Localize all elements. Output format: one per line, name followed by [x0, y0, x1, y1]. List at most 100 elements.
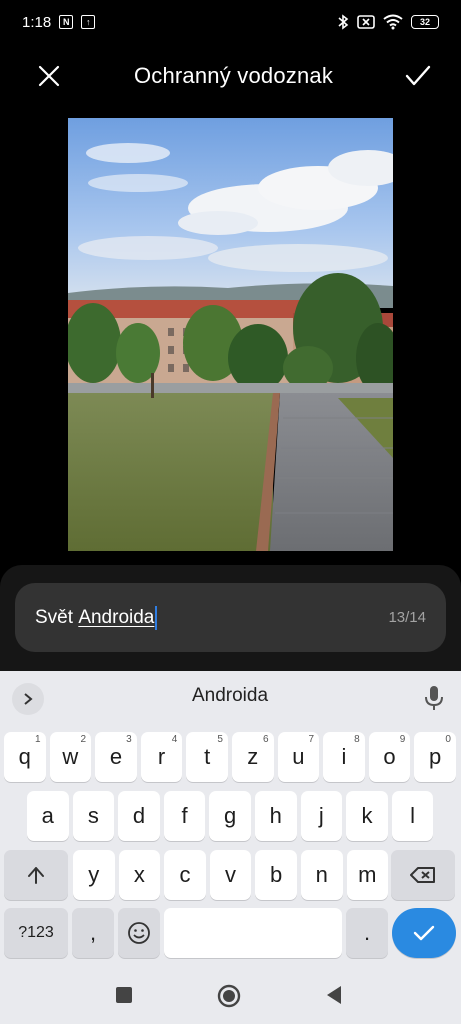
suggestion-bar: Androida — [0, 671, 461, 725]
suggestion-word[interactable]: Androida — [130, 685, 330, 707]
key-b[interactable]: b — [255, 850, 297, 900]
watermark-text: Svět Androida — [35, 605, 158, 630]
key-k[interactable]: k — [346, 791, 388, 841]
key-label: u — [292, 744, 305, 769]
text-composing: Androida — [78, 606, 155, 628]
key-hint: 7 — [308, 734, 315, 745]
key-hint: 1 — [34, 734, 41, 745]
circle-icon — [217, 984, 241, 1008]
space-key[interactable] — [164, 908, 342, 958]
checkmark-icon — [405, 65, 431, 86]
battery-icon: 32 — [411, 15, 439, 29]
key-label: y — [88, 862, 100, 887]
key-label: x — [133, 862, 145, 887]
key-label: d — [132, 803, 146, 828]
key-r[interactable]: r4 — [140, 732, 183, 782]
key-label: b — [270, 862, 283, 887]
key-y[interactable]: y — [73, 850, 115, 900]
key-g[interactable]: g — [209, 791, 251, 841]
key-a[interactable]: a — [27, 791, 69, 841]
key-label: c — [179, 862, 191, 887]
close-icon — [38, 65, 60, 87]
triangle-back-icon — [327, 986, 341, 1004]
key-label: p — [429, 744, 442, 769]
key-c[interactable]: c — [164, 850, 206, 900]
key-label: q — [18, 744, 31, 769]
key-label: m — [358, 862, 377, 887]
square-icon — [116, 987, 132, 1003]
photo-preview — [68, 118, 393, 551]
key-label: f — [181, 803, 188, 828]
home-button[interactable] — [216, 983, 242, 1009]
confirm-button[interactable] — [403, 61, 433, 91]
key-hint: 6 — [262, 734, 269, 745]
key-label: r — [157, 744, 166, 769]
key-u[interactable]: u7 — [277, 732, 320, 782]
key-label: z — [247, 744, 259, 769]
key-d[interactable]: d — [118, 791, 160, 841]
key-w[interactable]: w2 — [49, 732, 92, 782]
back-button[interactable] — [322, 983, 346, 1007]
key-label: o — [383, 744, 396, 769]
emoji-icon — [128, 922, 150, 944]
key-label: l — [410, 803, 415, 828]
key-label: e — [109, 744, 123, 769]
done-key[interactable] — [392, 908, 456, 958]
symbols-key[interactable]: ?123 — [4, 908, 68, 958]
backspace-key[interactable] — [391, 850, 455, 900]
key-m[interactable]: m — [346, 850, 389, 900]
key-f[interactable]: f — [163, 791, 206, 841]
bluetooth-icon — [338, 14, 349, 30]
key-hint: 8 — [354, 734, 360, 745]
key-label: k — [361, 803, 373, 828]
checkmark-icon — [413, 925, 435, 941]
key-q[interactable]: q1 — [4, 732, 46, 782]
watermark-text-field[interactable]: Svět Androida 13/14 — [15, 583, 446, 652]
key-hint: 0 — [445, 734, 451, 745]
key-o[interactable]: o9 — [368, 732, 411, 782]
close-button[interactable] — [34, 61, 64, 91]
nfc-icon: N — [59, 15, 74, 29]
key-e[interactable]: e3 — [95, 732, 137, 782]
emoji-key[interactable] — [118, 908, 160, 958]
key-z[interactable]: z6 — [232, 732, 274, 782]
key-i[interactable]: i8 — [323, 732, 365, 782]
key-hint: 3 — [126, 734, 132, 745]
comma-key[interactable]: , — [72, 908, 114, 958]
key-n[interactable]: n — [301, 850, 343, 900]
key-v[interactable]: v — [209, 850, 252, 900]
status-left: 1:18 N ↑ — [22, 13, 96, 31]
watermarked-photo — [68, 118, 393, 551]
key-x[interactable]: x — [118, 850, 161, 900]
recents-button[interactable] — [112, 983, 136, 1007]
expand-toolbar-button[interactable] — [12, 683, 44, 715]
key-h[interactable]: h — [255, 791, 297, 841]
key-t[interactable]: t5 — [186, 732, 228, 782]
text-prefix: Svět — [35, 606, 79, 628]
backspace-icon — [410, 867, 435, 883]
app-header: Ochranný vodoznak — [0, 44, 461, 108]
text-cursor — [155, 605, 158, 630]
wifi-icon — [383, 14, 403, 30]
period-key[interactable]: . — [346, 908, 388, 958]
character-counter: 13/14 — [388, 609, 426, 626]
key-label: a — [41, 803, 54, 828]
status-time: 1:18 — [22, 13, 52, 31]
shift-icon — [28, 867, 44, 884]
key-label: v — [225, 862, 237, 887]
key-p[interactable]: p0 — [414, 732, 456, 782]
key-l[interactable]: l — [391, 791, 434, 841]
key-label: j — [318, 803, 324, 828]
shift-key[interactable] — [4, 850, 68, 900]
voice-input-button[interactable] — [422, 683, 446, 713]
page-title: Ochranný vodoznak — [133, 63, 334, 88]
key-label: t — [204, 744, 211, 769]
key-label: w — [62, 744, 79, 769]
key-hint: 9 — [399, 734, 406, 745]
upload-icon: ↑ — [81, 15, 96, 29]
key-label: h — [269, 803, 282, 828]
key-j[interactable]: j — [300, 791, 343, 841]
key-s[interactable]: s — [72, 791, 115, 841]
sim-off-icon — [357, 15, 375, 29]
key-hint: 2 — [80, 734, 87, 745]
